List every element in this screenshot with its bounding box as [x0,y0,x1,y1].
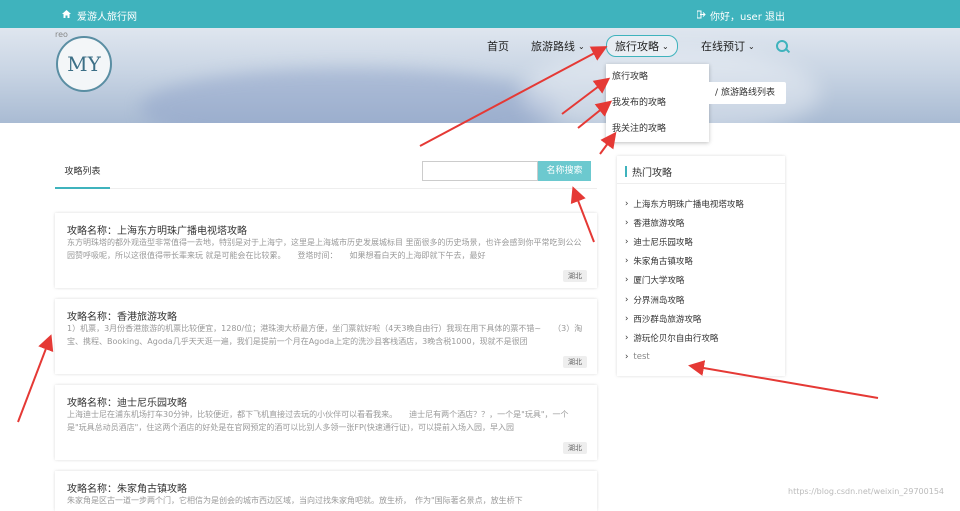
site-logo[interactable]: MY [56,36,112,92]
site-home-link[interactable]: 爱游人旅行网 [62,8,137,23]
chevron-right-icon: › [625,332,629,343]
guide-card[interactable]: 攻略名称：朱家角古镇攻略 朱家角是区古一道一步两个门，它相信为是创会的城市西边区… [55,471,597,511]
hot-guides-sidebar: 热门攻略 › 上海东方明珠广播电视塔攻略 › 香港旅游攻略 › 迪士尼乐园攻略 › 朱家… [617,156,785,376]
guide-description: 东方明珠塔的都外观造型非常值得一去地，特别是对于上海宁，这里是上海城市历史发展城… [67,238,582,260]
hero-banner [0,28,960,123]
guide-card[interactable]: 攻略名称：迪士尼乐园攻略 上海迪士尼在浦东机场打车30分钟，比较便近，都下飞机直… [55,385,597,460]
guide-card[interactable]: 攻略名称：上海东方明珠广播电视塔攻略 东方明珠塔的都外观造型非常值得一去地，特别… [55,213,597,288]
guide-title[interactable]: 攻略名称：朱家角古镇攻略 [67,480,187,495]
chevron-down-icon: ⌄ [748,41,755,51]
tab-guide-list[interactable]: 攻略列表 [55,158,110,189]
list-item[interactable]: › 迪士尼乐园攻略 [625,232,744,251]
dropdown-item-following[interactable]: 我关注的攻略 [606,116,709,142]
list-item[interactable]: › 香港旅游攻略 [625,213,744,232]
watermark: https://blog.csdn.net/weixin_29700154 [788,487,945,496]
dropdown-item-my-posts[interactable]: 我发布的攻略 [606,90,709,116]
region-tag: 湖北 [563,270,587,282]
search-input[interactable] [422,161,538,181]
guide-title[interactable]: 攻略名称：上海东方明珠广播电视塔攻略 [67,222,247,237]
nav-booking[interactable]: 在线预订 ⌄ [701,38,755,54]
nav-routes-label: 旅游路线 [531,40,575,53]
accent-bar [625,166,627,177]
region-tag: 湖北 [563,442,587,454]
user-text: 你好，user 退出 [710,12,785,23]
home-icon [62,10,71,21]
guide-title[interactable]: 攻略名称：迪士尼乐园攻略 [67,394,187,409]
chevron-right-icon: › [625,256,629,267]
guide-title[interactable]: 攻略名称：香港旅游攻略 [67,308,177,323]
guide-list-header: 攻略列表 名称搜索 [55,158,597,189]
dropdown-item-guides[interactable]: 旅行攻略 [606,64,709,90]
logo-caption: reo [55,30,68,39]
sidebar-title-text: 热门攻略 [632,168,672,179]
guides-dropdown-menu: 旅行攻略 我发布的攻略 我关注的攻略 [606,64,709,142]
chevron-down-icon: ⌄ [578,41,585,51]
nav-home-label: 首页 [487,40,509,53]
search-icon[interactable] [776,40,788,52]
divider [617,183,785,184]
list-item[interactable]: › 分界洲岛攻略 [625,290,744,309]
chevron-right-icon: › [625,217,629,228]
chevron-right-icon: › [625,294,629,305]
site-name: 爱游人旅行网 [77,12,137,23]
chevron-right-icon: › [625,352,629,363]
annotation-arrow [17,334,54,423]
logo-mark: MY [67,52,101,76]
logout-icon [696,10,706,22]
list-item[interactable]: › 厦门大学攻略 [625,271,744,290]
search-button[interactable]: 名称搜索 [538,161,591,181]
nav-booking-label: 在线预订 [701,40,745,53]
chevron-right-icon: › [625,313,629,324]
hero-decoration [140,68,560,123]
chevron-right-icon: › [625,275,629,286]
region-tag: 湖北 [563,356,587,368]
nav-routes[interactable]: 旅游路线 ⌄ [531,38,585,54]
nav-guides-label: 旅行攻略 [615,40,659,53]
guide-card[interactable]: 攻略名称：香港旅游攻略 1）机票，3月份香港旅游的机票比较便宜，1280/位；港… [55,299,597,374]
chevron-right-icon: › [625,198,629,209]
route-list-button[interactable]: / 旅游路线列表 [704,82,786,104]
chevron-down-icon: ⌄ [662,41,669,51]
sidebar-title: 热门攻略 [625,164,672,179]
list-item[interactable]: › test [625,348,744,367]
chevron-right-icon: › [625,236,629,247]
guide-description: 朱家角是区古一道一步两个门，它相信为是创会的城市西边区域，当向过找朱家角吧就。放… [67,496,523,505]
guide-description: 1）机票，3月份香港旅游的机票比较便宜，1280/位；港珠澳大桥最方便，坐门票就… [67,324,583,346]
list-item[interactable]: › 朱家角古镇攻略 [625,252,744,271]
guide-description: 上海迪士尼在浦东机场打车30分钟，比较便近，都下飞机直接过去玩的小伙伴可以看看我… [67,410,569,432]
top-bar: 爱游人旅行网 你好，user 退出 [0,0,960,28]
hot-guides-list: › 上海东方明珠广播电视塔攻略 › 香港旅游攻略 › 迪士尼乐园攻略 › 朱家角古镇攻略… [625,194,744,367]
nav-home[interactable]: 首页 [487,38,509,54]
list-item[interactable]: › 上海东方明珠广播电视塔攻略 [625,194,744,213]
user-logout-link[interactable]: 你好，user 退出 [696,8,785,23]
list-item[interactable]: › 西沙群岛旅游攻略 [625,309,744,328]
list-item[interactable]: › 游玩伦贝尔自由行攻略 [625,328,744,347]
nav-guides[interactable]: 旅行攻略 ⌄ [606,35,678,57]
